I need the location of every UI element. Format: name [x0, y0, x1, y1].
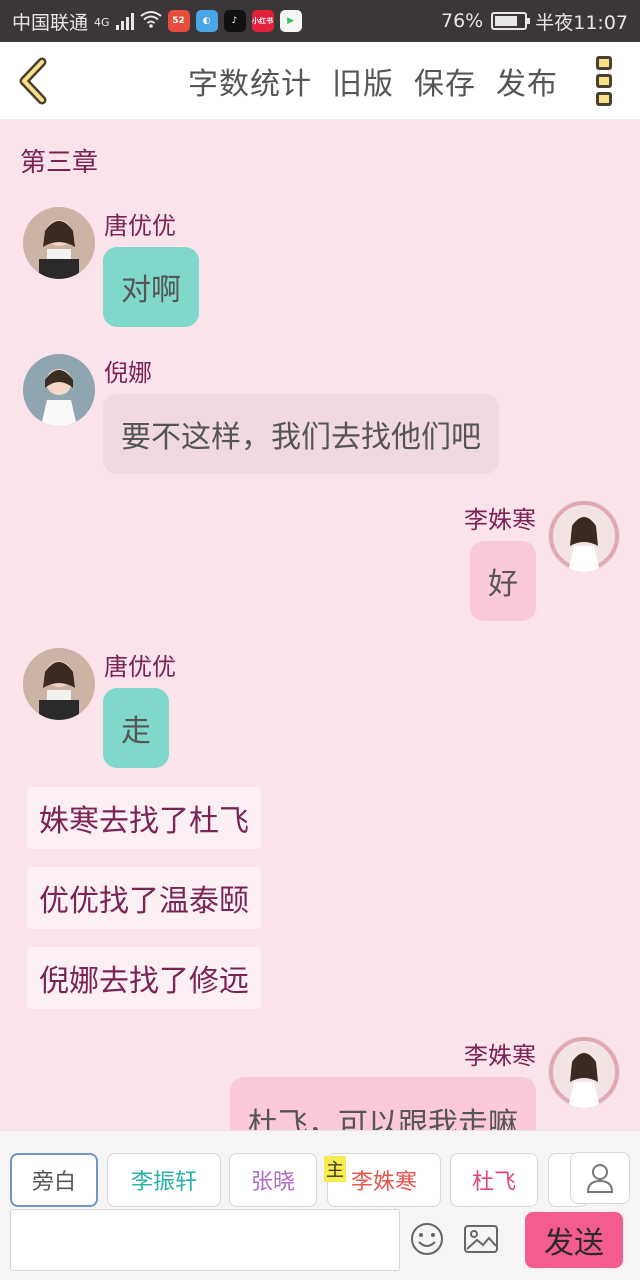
- chat-bubble[interactable]: 走: [103, 688, 169, 768]
- chapter-title: 第三章: [20, 148, 99, 178]
- clock: 半夜11:07: [535, 11, 628, 34]
- chat-bubble[interactable]: 要不这样，我们去找他们吧: [103, 394, 499, 474]
- chat-bubble[interactable]: 对啊: [103, 247, 199, 327]
- speaker-name: 唐优优: [104, 653, 176, 681]
- battery-icon: [491, 12, 531, 30]
- word-count-button[interactable]: 字数统计: [188, 59, 312, 103]
- tiktok-icon: ♪: [223, 10, 246, 32]
- user-icon[interactable]: [570, 1152, 630, 1204]
- app-icon-5: ▶: [279, 10, 302, 32]
- narration-line[interactable]: 优优找了温泰颐: [27, 867, 261, 929]
- status-bar: 中国联通 4G 52 ◐ ♪ 小红书 ▶ 76% 半夜11:07: [0, 0, 640, 42]
- speaker-name: 倪娜: [104, 359, 152, 387]
- speaker-name: 李姝寒: [464, 506, 536, 534]
- avatar[interactable]: [23, 354, 95, 426]
- app-icon-2: ◐: [195, 10, 218, 32]
- network-type: 4G: [94, 15, 110, 29]
- speaker-name: 唐优优: [104, 212, 176, 240]
- role-chip[interactable]: 杜飞: [450, 1153, 538, 1207]
- old-version-button[interactable]: 旧版: [332, 59, 394, 103]
- battery-percent: 76%: [441, 10, 484, 32]
- avatar[interactable]: [23, 207, 95, 279]
- role-chip[interactable]: 张晓: [229, 1153, 317, 1207]
- speaker-name: 李姝寒: [464, 1042, 536, 1070]
- chevron-left-icon[interactable]: [14, 56, 54, 106]
- role-chip-narrator[interactable]: 旁白: [10, 1153, 98, 1207]
- message-input[interactable]: [10, 1209, 400, 1271]
- main-role-tag: 主: [324, 1156, 346, 1182]
- emoji-icon[interactable]: [410, 1222, 444, 1256]
- chat-bubble[interactable]: 好: [470, 541, 536, 621]
- role-chip[interactable]: 李振轩: [107, 1153, 221, 1207]
- avatar[interactable]: [23, 648, 95, 720]
- wifi-icon: [139, 10, 162, 33]
- app-icon-4: 小红书: [251, 10, 274, 32]
- avatar[interactable]: [548, 500, 620, 572]
- signal-icon: [115, 12, 134, 30]
- carrier-label: 中国联通: [12, 11, 89, 34]
- app-icon-1: 52: [167, 10, 190, 32]
- narration-line[interactable]: 倪娜去找了修远: [27, 947, 261, 1009]
- image-icon[interactable]: [463, 1224, 499, 1254]
- more-vertical-icon[interactable]: [596, 56, 616, 106]
- top-toolbar: 字数统计 旧版 保存 发布: [0, 42, 640, 120]
- save-button[interactable]: 保存: [414, 59, 476, 103]
- publish-button[interactable]: 发布: [496, 59, 558, 103]
- send-button[interactable]: 发送: [525, 1212, 623, 1268]
- avatar[interactable]: [548, 1036, 620, 1108]
- narration-line[interactable]: 姝寒去找了杜飞: [27, 787, 261, 849]
